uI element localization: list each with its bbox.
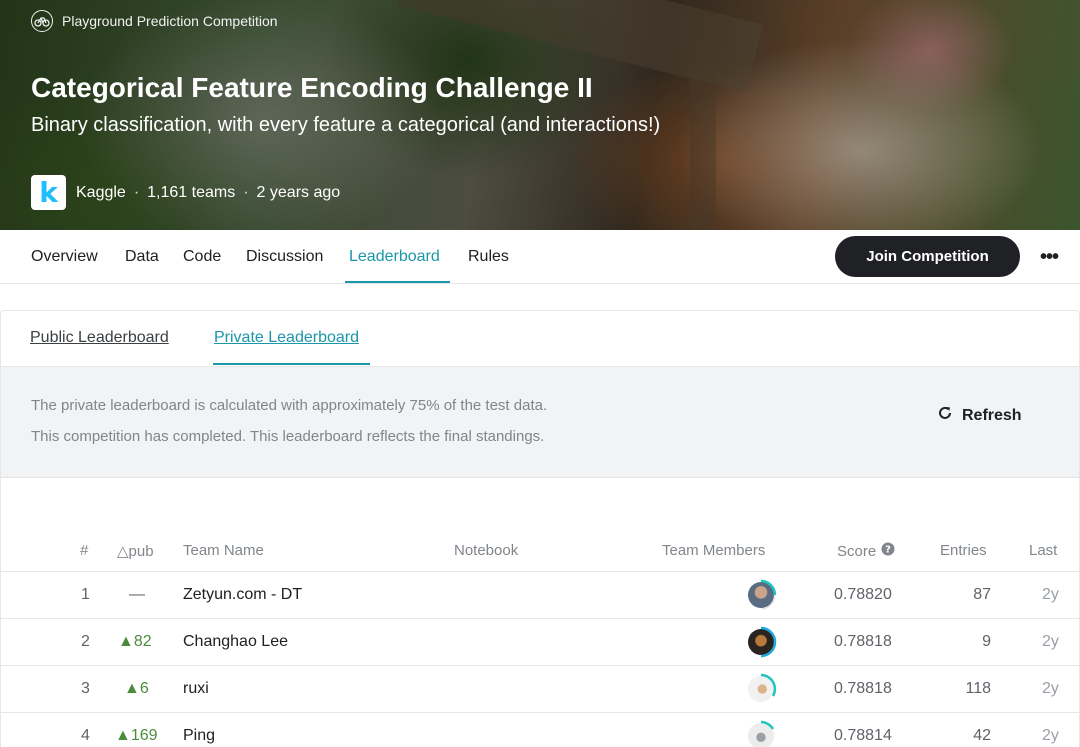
- competition-title: Categorical Feature Encoding Challenge I…: [31, 72, 593, 103]
- entries-cell: 87: [973, 586, 991, 603]
- tab-leaderboard[interactable]: Leaderboard: [349, 248, 440, 266]
- column-header-rank: #: [80, 542, 89, 559]
- rank-cell: 2: [81, 633, 90, 650]
- public-delta-cell: ▲82: [118, 633, 152, 650]
- team-member-avatar[interactable]: [745, 626, 777, 658]
- entries-cell: 9: [982, 633, 991, 650]
- active-tab-indicator: [345, 281, 450, 283]
- column-header-score: Score ?: [837, 542, 895, 560]
- competition-type: Playground Prediction Competition: [31, 10, 278, 32]
- more-horizontal-icon[interactable]: •••: [1034, 242, 1064, 272]
- public-delta-cell: —: [129, 586, 145, 603]
- team-count: 1,161 teams: [147, 183, 236, 201]
- entries-cell: 118: [965, 680, 991, 697]
- tab-rules[interactable]: Rules: [468, 248, 509, 266]
- table-row[interactable]: 3 ▲6 ruxi 0.78818 118 2y: [1, 665, 1079, 712]
- active-subtab-indicator: [213, 363, 370, 365]
- tab-overview[interactable]: Overview: [31, 248, 98, 266]
- score-cell: 0.78820: [834, 586, 892, 603]
- competition-age: 2 years ago: [256, 183, 341, 201]
- kaggle-logo[interactable]: k: [31, 175, 66, 210]
- team-member-avatar[interactable]: [745, 579, 777, 611]
- team-name-cell[interactable]: Zetyun.com - DT: [183, 586, 302, 604]
- bicycle-icon: [31, 10, 53, 32]
- join-competition-button[interactable]: Join Competition: [835, 236, 1020, 277]
- refresh-icon: [937, 405, 953, 426]
- tab-discussion[interactable]: Discussion: [246, 248, 323, 266]
- team-name-cell[interactable]: Changhao Lee: [183, 633, 288, 651]
- rank-cell: 1: [81, 586, 90, 603]
- last-submission-cell: 2y: [1042, 680, 1059, 697]
- refresh-button[interactable]: Refresh: [937, 405, 1022, 426]
- column-header-notebook: Notebook: [454, 542, 519, 559]
- competition-subtitle: Binary classification, with every featur…: [31, 114, 661, 136]
- host-name[interactable]: Kaggle: [76, 184, 126, 202]
- score-cell: 0.78814: [834, 727, 892, 744]
- competition-type-label: Playground Prediction Competition: [62, 13, 278, 29]
- leaderboard-panel: Public Leaderboard Private Leaderboard T…: [0, 310, 1080, 747]
- score-cell: 0.78818: [834, 633, 892, 650]
- rank-cell: 4: [81, 727, 90, 744]
- table-row[interactable]: 4 ▲169 Ping 0.78814 42 2y: [1, 712, 1079, 747]
- column-header-entries: Entries: [940, 542, 987, 559]
- info-text-private-share: The private leaderboard is calculated wi…: [31, 397, 548, 414]
- tab-public-leaderboard[interactable]: Public Leaderboard: [30, 329, 169, 347]
- team-member-avatar[interactable]: [745, 720, 777, 747]
- competition-header: Playground Prediction Competition Catego…: [0, 0, 1080, 230]
- team-name-cell[interactable]: ruxi: [183, 680, 209, 698]
- table-row[interactable]: 1 — Zetyun.com - DT 0.78820 87 2y: [1, 571, 1079, 618]
- team-name-cell[interactable]: Ping: [183, 727, 215, 745]
- score-cell: 0.78818: [834, 680, 892, 697]
- entries-cell: 42: [973, 727, 991, 744]
- column-header-team-members: Team Members: [662, 542, 766, 559]
- column-header-team-name: Team Name: [183, 542, 264, 559]
- refresh-label: Refresh: [962, 406, 1022, 424]
- tab-data[interactable]: Data: [125, 248, 159, 266]
- rank-cell: 3: [81, 680, 90, 697]
- info-text-completed: This competition has completed. This lea…: [31, 428, 545, 445]
- competition-nav: Overview Data Code Discussion Leaderboar…: [0, 230, 1080, 284]
- column-header-public-delta[interactable]: △pub: [117, 542, 154, 560]
- public-delta-cell: ▲6: [124, 680, 149, 697]
- last-submission-cell: 2y: [1042, 633, 1059, 650]
- team-member-avatar[interactable]: [745, 673, 777, 705]
- help-circle-icon[interactable]: ?: [881, 542, 895, 560]
- tab-private-leaderboard[interactable]: Private Leaderboard: [214, 329, 359, 347]
- competition-meta: k Kaggle · 1,161 teams · 2 years ago: [31, 175, 340, 210]
- last-submission-cell: 2y: [1042, 727, 1059, 744]
- svg-text:?: ?: [885, 545, 891, 556]
- table-row[interactable]: 2 ▲82 Changhao Lee 0.78818 9 2y: [1, 618, 1079, 665]
- leaderboard-info-banner: The private leaderboard is calculated wi…: [1, 366, 1079, 478]
- public-delta-cell: ▲169: [115, 727, 158, 744]
- column-header-last: Last: [1029, 542, 1058, 559]
- last-submission-cell: 2y: [1042, 586, 1059, 603]
- tab-code[interactable]: Code: [183, 248, 221, 266]
